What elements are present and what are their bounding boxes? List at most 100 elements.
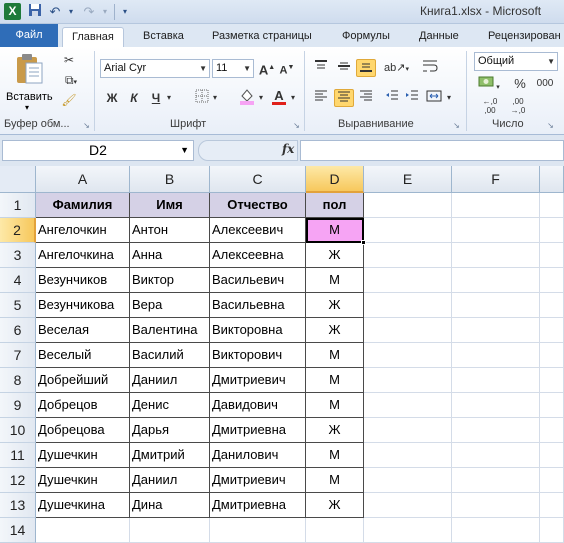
row-header-14[interactable]: 14 <box>0 518 36 543</box>
empty-cell[interactable] <box>452 518 540 543</box>
table-cell[interactable]: Дмитриевич <box>210 368 306 393</box>
empty-cell[interactable] <box>452 443 540 468</box>
empty-cell[interactable] <box>364 293 452 318</box>
empty-cell[interactable] <box>364 368 452 393</box>
empty-cell[interactable] <box>452 393 540 418</box>
empty-cell[interactable] <box>364 493 452 518</box>
table-cell[interactable]: Вера <box>130 293 210 318</box>
row-header-1[interactable]: 1 <box>0 193 36 218</box>
table-cell[interactable]: Ж <box>306 318 364 343</box>
wrap-text-icon[interactable] <box>420 59 440 77</box>
empty-cell[interactable] <box>540 443 564 468</box>
table-cell[interactable]: Василий <box>130 343 210 368</box>
table-cell[interactable]: Дмитриевна <box>210 418 306 443</box>
empty-cell[interactable] <box>452 318 540 343</box>
column-header-g[interactable] <box>540 166 564 193</box>
table-cell[interactable]: Веселая <box>36 318 130 343</box>
decrease-indent-icon[interactable] <box>382 89 402 107</box>
table-cell[interactable]: Ж <box>306 293 364 318</box>
table-cell[interactable]: Ж <box>306 243 364 268</box>
table-cell[interactable]: Добрецова <box>36 418 130 443</box>
font-launcher-icon[interactable]: ↘ <box>292 121 301 130</box>
row-header-4[interactable]: 4 <box>0 268 36 293</box>
empty-cell[interactable] <box>540 418 564 443</box>
grow-font-icon[interactable]: A▲ <box>258 59 276 77</box>
header-cell-col-c[interactable]: Отчество <box>210 193 306 218</box>
empty-cell[interactable] <box>540 268 564 293</box>
paste-button[interactable]: Вставить ▾ <box>6 51 53 113</box>
clipboard-launcher-icon[interactable]: ↘ <box>82 121 91 130</box>
table-cell[interactable]: Душечкин <box>36 443 130 468</box>
thousands-button[interactable]: 000 <box>534 75 556 93</box>
currency-format-icon[interactable]: ▾ <box>474 75 504 93</box>
redo-dropdown-icon[interactable]: ▾ <box>96 3 114 21</box>
table-cell[interactable]: Васильевич <box>210 268 306 293</box>
shrink-font-icon[interactable]: A▼ <box>278 59 296 77</box>
table-cell[interactable]: Ж <box>306 418 364 443</box>
empty-cell[interactable] <box>306 518 364 543</box>
borders-dropdown-icon[interactable]: ▾ <box>210 89 220 107</box>
empty-cell[interactable] <box>452 368 540 393</box>
header-cell-col-a[interactable]: Фамилия <box>36 193 130 218</box>
table-cell[interactable]: Добрейший <box>36 368 130 393</box>
underline-dropdown-icon[interactable]: ▾ <box>164 89 174 107</box>
row-header-9[interactable]: 9 <box>0 393 36 418</box>
column-header-f[interactable]: F <box>452 166 540 193</box>
column-header-a[interactable]: A <box>36 166 130 193</box>
align-middle-icon[interactable] <box>334 59 354 77</box>
number-launcher-icon[interactable]: ↘ <box>546 121 555 130</box>
increase-indent-icon[interactable] <box>402 89 422 107</box>
empty-cell[interactable] <box>364 243 452 268</box>
table-cell[interactable]: Анна <box>130 243 210 268</box>
increase-decimal-icon[interactable]: ←,0,00 <box>478 97 502 115</box>
header-cell-col-b[interactable]: Имя <box>130 193 210 218</box>
table-cell[interactable]: Алексеевич <box>210 218 306 243</box>
table-cell[interactable]: М <box>306 268 364 293</box>
number-format-combo[interactable]: Общий ▼ <box>474 52 558 71</box>
table-cell[interactable]: М <box>306 368 364 393</box>
orientation-icon[interactable]: ab↗▾ <box>384 59 409 77</box>
borders-icon[interactable] <box>194 89 210 107</box>
tab-home[interactable]: Главная <box>62 27 124 47</box>
table-cell[interactable]: Алексеевна <box>210 243 306 268</box>
tab-review[interactable]: Рецензирован <box>488 27 561 47</box>
empty-cell[interactable] <box>540 193 564 218</box>
empty-cell[interactable] <box>452 243 540 268</box>
table-cell[interactable]: Дмитриевна <box>210 493 306 518</box>
insert-function-icon[interactable]: fx <box>282 142 294 156</box>
empty-cell[interactable] <box>364 218 452 243</box>
empty-cell[interactable] <box>452 418 540 443</box>
italic-button[interactable]: К <box>126 89 142 107</box>
merge-center-icon[interactable] <box>424 89 444 107</box>
cut-icon[interactable]: ✂ <box>60 51 78 69</box>
empty-cell[interactable] <box>540 318 564 343</box>
row-header-13[interactable]: 13 <box>0 493 36 518</box>
table-cell[interactable]: Везунчиков <box>36 268 130 293</box>
font-size-combo[interactable]: 11 ▼ <box>212 59 254 78</box>
percent-button[interactable]: % <box>512 75 528 93</box>
decrease-decimal-icon[interactable]: ,00 →,0 <box>506 97 530 115</box>
empty-cell[interactable] <box>364 318 452 343</box>
table-cell[interactable]: Веселый <box>36 343 130 368</box>
empty-cell[interactable] <box>540 393 564 418</box>
empty-cell[interactable] <box>210 518 306 543</box>
empty-cell[interactable] <box>452 218 540 243</box>
align-center-icon[interactable] <box>334 89 354 107</box>
table-cell[interactable]: Виктор <box>130 268 210 293</box>
column-header-b[interactable]: B <box>130 166 210 193</box>
merge-dropdown-icon[interactable]: ▾ <box>444 89 454 107</box>
table-cell[interactable]: Дарья <box>130 418 210 443</box>
tab-file[interactable]: Файл <box>0 24 58 47</box>
empty-cell[interactable] <box>540 293 564 318</box>
fill-handle[interactable] <box>361 240 366 245</box>
table-cell[interactable]: Везунчикова <box>36 293 130 318</box>
active-cell-d2[interactable]: М <box>306 218 364 243</box>
empty-cell[interactable] <box>364 418 452 443</box>
empty-cell[interactable] <box>452 268 540 293</box>
table-cell[interactable]: Викторович <box>210 343 306 368</box>
bold-button[interactable]: Ж <box>104 89 120 107</box>
empty-cell[interactable] <box>540 368 564 393</box>
row-header-7[interactable]: 7 <box>0 343 36 368</box>
empty-cell[interactable] <box>364 518 452 543</box>
font-name-combo[interactable]: Arial Cyr ▼ <box>100 59 210 78</box>
